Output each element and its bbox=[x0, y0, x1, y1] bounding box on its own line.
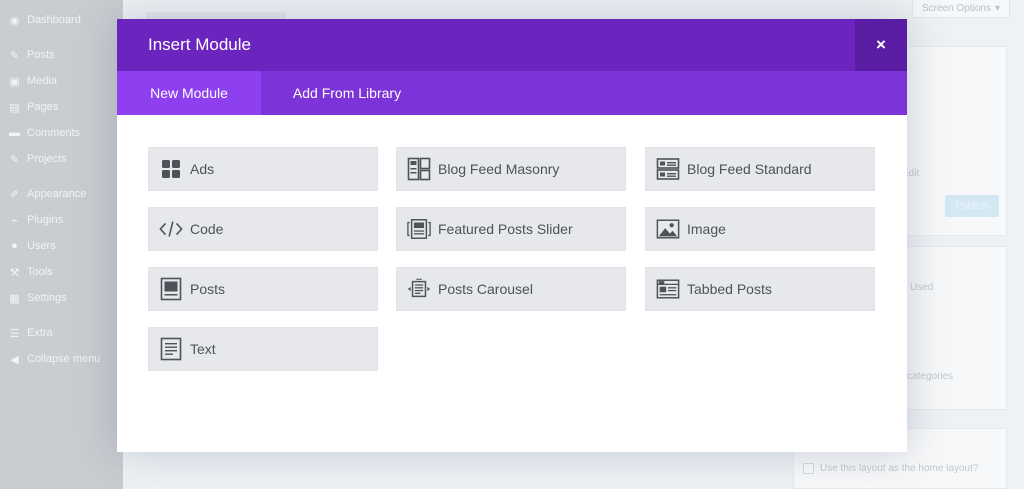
text-icon bbox=[159, 337, 183, 361]
publish-button[interactable]: Publish bbox=[945, 195, 999, 217]
close-button[interactable]: × bbox=[855, 19, 907, 71]
module-featured-posts-slider[interactable]: Featured Posts Slider bbox=[396, 207, 626, 251]
sidebar-item-label: Users bbox=[27, 240, 56, 252]
home-layout-checkbox[interactable] bbox=[803, 463, 814, 474]
module-label: Blog Feed Standard bbox=[687, 161, 812, 177]
module-label: Featured Posts Slider bbox=[438, 221, 573, 237]
screen-options-button[interactable]: Screen Options ▾ bbox=[912, 0, 1010, 18]
module-label: Blog Feed Masonry bbox=[438, 161, 560, 177]
grid-icon bbox=[159, 157, 183, 181]
sidebar-item-projects[interactable]: ✎ Projects bbox=[8, 149, 67, 169]
module-code[interactable]: Code bbox=[148, 207, 378, 251]
module-image[interactable]: Image bbox=[645, 207, 875, 251]
close-icon: × bbox=[876, 35, 886, 54]
sidebar-item-label: Dashboard bbox=[27, 14, 81, 26]
module-text[interactable]: Text bbox=[148, 327, 378, 371]
sidebar-item-label: Tools bbox=[27, 266, 53, 278]
sidebar-item-media[interactable]: ▣ Media bbox=[8, 71, 57, 91]
sidebar-item-label: Projects bbox=[27, 153, 67, 165]
module-label: Tabbed Posts bbox=[687, 281, 772, 297]
module-tabbed-posts[interactable]: Tabbed Posts bbox=[645, 267, 875, 311]
sidebar-item-pages[interactable]: ▤ Pages bbox=[8, 97, 58, 117]
extra-icon: ☰ bbox=[9, 327, 20, 340]
sidebar-item-users[interactable]: ● Users bbox=[8, 236, 56, 256]
add-category-link[interactable]: categories bbox=[907, 371, 953, 382]
module-ads[interactable]: Ads bbox=[148, 147, 378, 191]
insert-module-modal: Insert Module × New Module Add From Libr… bbox=[117, 19, 907, 452]
masonry-icon bbox=[407, 157, 431, 181]
tab-new-module[interactable]: New Module bbox=[117, 71, 261, 115]
categories-panel bbox=[893, 246, 1007, 410]
module-blog-feed-standard[interactable]: Blog Feed Standard bbox=[645, 147, 875, 191]
tab-add-from-library[interactable]: Add From Library bbox=[261, 71, 433, 115]
pages-icon: ▤ bbox=[9, 101, 20, 114]
brush-icon: ✐ bbox=[9, 188, 20, 201]
carousel-icon bbox=[407, 277, 431, 301]
settings-icon: ▦ bbox=[9, 292, 20, 305]
module-label: Ads bbox=[190, 161, 215, 177]
modal-title: Insert Module bbox=[148, 35, 251, 54]
admin-sidebar: ◉ Dashboard ✎ Posts ▣ Media ▤ Pages ▬ Comment… bbox=[0, 0, 123, 489]
image-icon bbox=[656, 217, 680, 241]
sidebar-item-label: Comments bbox=[27, 127, 81, 139]
home-layout-label: Use this layout as the home layout? bbox=[820, 463, 979, 474]
module-label: Posts Carousel bbox=[438, 281, 533, 297]
module-label: Posts bbox=[190, 281, 226, 297]
wrench-icon: ⚒ bbox=[9, 266, 20, 279]
modal-tabs: New Module Add From Library bbox=[117, 71, 907, 115]
module-label: Text bbox=[190, 341, 216, 357]
sidebar-item-label: Pages bbox=[27, 101, 59, 113]
module-posts-carousel[interactable]: Posts Carousel bbox=[396, 267, 626, 311]
sidebar-item-label: Settings bbox=[27, 292, 67, 304]
collapse-icon: ◀ bbox=[10, 353, 19, 366]
posts-icon bbox=[159, 277, 183, 301]
pin-icon: ✎ bbox=[9, 49, 20, 62]
module-label: Code bbox=[190, 221, 224, 237]
sidebar-item-label: Extra bbox=[27, 327, 53, 339]
modal-header: Insert Module × bbox=[117, 19, 907, 71]
module-label: Image bbox=[687, 221, 726, 237]
sidebar-item-tools[interactable]: ⚒ Tools bbox=[8, 262, 53, 282]
sidebar-item-label: Appearance bbox=[27, 188, 87, 200]
most-used-tab[interactable]: Used bbox=[910, 282, 933, 293]
user-icon: ● bbox=[11, 240, 18, 252]
sidebar-item-label: Collapse menu bbox=[27, 353, 101, 365]
sidebar-item-plugins[interactable]: ⌁ Plugins bbox=[8, 210, 63, 230]
sidebar-item-collapse[interactable]: ◀ Collapse menu bbox=[8, 349, 100, 369]
media-icon: ▣ bbox=[9, 75, 20, 88]
plug-icon: ⌁ bbox=[11, 214, 18, 227]
tabbed-posts-icon bbox=[656, 277, 680, 301]
sidebar-item-comments[interactable]: ▬ Comments bbox=[8, 123, 80, 143]
sidebar-item-settings[interactable]: ▦ Settings bbox=[8, 288, 67, 308]
sidebar-item-extra[interactable]: ☰ Extra bbox=[8, 323, 53, 343]
code-icon bbox=[159, 217, 183, 241]
sidebar-item-label: Plugins bbox=[27, 214, 64, 226]
chevron-down-icon: ▾ bbox=[994, 3, 1000, 14]
comment-icon: ▬ bbox=[9, 127, 20, 139]
slider-icon bbox=[407, 217, 431, 241]
sidebar-item-posts[interactable]: ✎ Posts bbox=[8, 45, 55, 65]
module-blog-feed-masonry[interactable]: Blog Feed Masonry bbox=[396, 147, 626, 191]
dashboard-icon: ◉ bbox=[9, 14, 20, 27]
sidebar-item-label: Posts bbox=[27, 49, 55, 61]
sidebar-item-appearance[interactable]: ✐ Appearance bbox=[8, 184, 86, 204]
pin-icon: ✎ bbox=[9, 153, 20, 166]
module-posts[interactable]: Posts bbox=[148, 267, 378, 311]
sidebar-item-label: Media bbox=[27, 75, 57, 87]
screen-options-label: Screen Options bbox=[922, 3, 991, 14]
feed-standard-icon bbox=[656, 157, 680, 181]
sidebar-item-dashboard[interactable]: ◉ Dashboard bbox=[8, 10, 81, 30]
